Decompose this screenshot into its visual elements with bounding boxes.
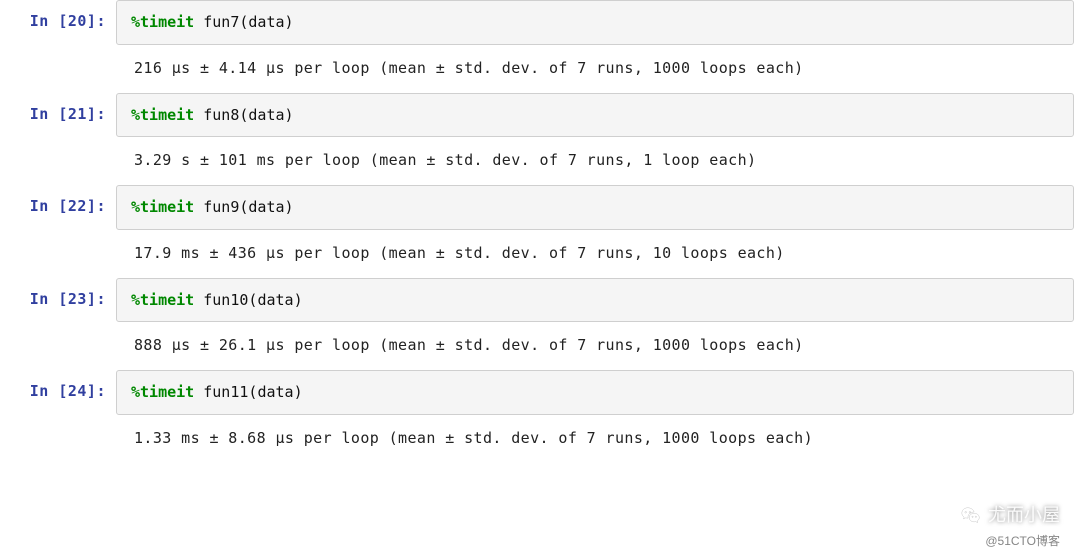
- arg-name: data: [257, 383, 293, 401]
- magic-command: %timeit: [131, 383, 194, 401]
- output-row: 1.33 ms ± 8.68 µs per loop (mean ± std. …: [0, 415, 1080, 463]
- watermark-sub: @51CTO博客: [960, 534, 1060, 550]
- paren-close: ): [285, 106, 294, 124]
- input-prompt: In [22]:: [0, 185, 116, 230]
- paren-close: ): [285, 198, 294, 216]
- code-input[interactable]: %timeit fun10(data): [116, 278, 1074, 323]
- func-name: fun11: [203, 383, 248, 401]
- input-row: In [23]: %timeit fun10(data): [0, 278, 1080, 323]
- paren-close: ): [285, 13, 294, 31]
- func-name: fun9: [203, 198, 239, 216]
- input-prompt: In [20]:: [0, 0, 116, 45]
- code-input[interactable]: %timeit fun7(data): [116, 0, 1074, 45]
- input-prompt: In [21]:: [0, 93, 116, 138]
- func-name: fun10: [203, 291, 248, 309]
- arg-name: data: [248, 198, 284, 216]
- magic-command: %timeit: [131, 106, 194, 124]
- output-text: 1.33 ms ± 8.68 µs per loop (mean ± std. …: [116, 415, 1080, 463]
- watermark-text: 尤而小屋: [988, 504, 1060, 527]
- input-prompt: In [24]:: [0, 370, 116, 415]
- output-row: 216 µs ± 4.14 µs per loop (mean ± std. d…: [0, 45, 1080, 93]
- input-row: In [22]: %timeit fun9(data): [0, 185, 1080, 230]
- output-row: 17.9 ms ± 436 µs per loop (mean ± std. d…: [0, 230, 1080, 278]
- input-row: In [20]: %timeit fun7(data): [0, 0, 1080, 45]
- wechat-icon: [960, 505, 982, 527]
- paren-close: ): [294, 291, 303, 309]
- input-row: In [21]: %timeit fun8(data): [0, 93, 1080, 138]
- output-row: 3.29 s ± 101 ms per loop (mean ± std. de…: [0, 137, 1080, 185]
- cell-22: In [22]: %timeit fun9(data) 17.9 ms ± 43…: [0, 185, 1080, 278]
- magic-command: %timeit: [131, 198, 194, 216]
- output-text: 3.29 s ± 101 ms per loop (mean ± std. de…: [116, 137, 1080, 185]
- notebook-cells: In [20]: %timeit fun7(data) 216 µs ± 4.1…: [0, 0, 1080, 463]
- cell-21: In [21]: %timeit fun8(data) 3.29 s ± 101…: [0, 93, 1080, 186]
- watermark: 尤而小屋 @51CTO博客: [960, 504, 1060, 550]
- watermark-name: 尤而小屋: [960, 504, 1060, 527]
- func-name: fun7: [203, 13, 239, 31]
- code-input[interactable]: %timeit fun11(data): [116, 370, 1074, 415]
- cell-20: In [20]: %timeit fun7(data) 216 µs ± 4.1…: [0, 0, 1080, 93]
- input-prompt: In [23]:: [0, 278, 116, 323]
- arg-name: data: [248, 13, 284, 31]
- code-input[interactable]: %timeit fun9(data): [116, 185, 1074, 230]
- output-text: 888 µs ± 26.1 µs per loop (mean ± std. d…: [116, 322, 1080, 370]
- func-name: fun8: [203, 106, 239, 124]
- cell-24: In [24]: %timeit fun11(data) 1.33 ms ± 8…: [0, 370, 1080, 463]
- code-input[interactable]: %timeit fun8(data): [116, 93, 1074, 138]
- magic-command: %timeit: [131, 291, 194, 309]
- cell-23: In [23]: %timeit fun10(data) 888 µs ± 26…: [0, 278, 1080, 371]
- output-row: 888 µs ± 26.1 µs per loop (mean ± std. d…: [0, 322, 1080, 370]
- magic-command: %timeit: [131, 13, 194, 31]
- arg-name: data: [257, 291, 293, 309]
- input-row: In [24]: %timeit fun11(data): [0, 370, 1080, 415]
- paren-close: ): [294, 383, 303, 401]
- arg-name: data: [248, 106, 284, 124]
- output-text: 17.9 ms ± 436 µs per loop (mean ± std. d…: [116, 230, 1080, 278]
- output-text: 216 µs ± 4.14 µs per loop (mean ± std. d…: [116, 45, 1080, 93]
